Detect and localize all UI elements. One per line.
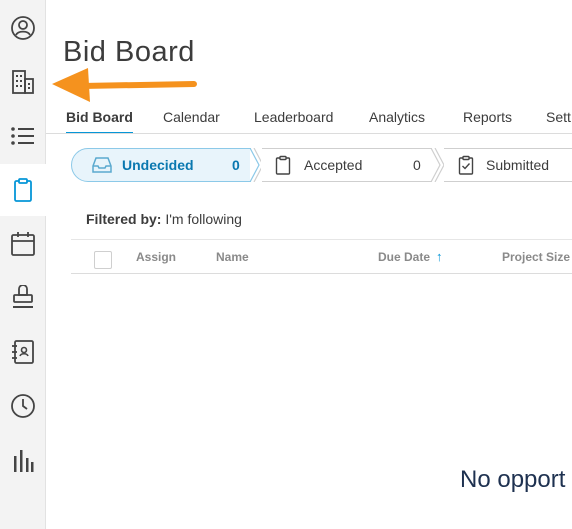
sidebar-item-address-book[interactable] xyxy=(0,326,46,378)
list-icon xyxy=(11,127,34,145)
stage-separator xyxy=(249,148,261,182)
bar-chart-icon xyxy=(14,450,34,472)
tab-bar: Bid Board Calendar Leaderboard Analytics… xyxy=(46,107,572,134)
sort-ascending-icon[interactable]: ↑ xyxy=(436,249,443,264)
column-project-size[interactable]: Project Size xyxy=(502,250,570,264)
tab-leaderboard[interactable]: Leaderboard xyxy=(254,109,333,133)
tab-settings[interactable]: Sett xyxy=(546,109,571,133)
sidebar-item-list[interactable] xyxy=(0,110,46,162)
tab-analytics[interactable]: Analytics xyxy=(369,109,425,133)
tab-bid-board[interactable]: Bid Board xyxy=(66,109,133,133)
page-title: Bid Board xyxy=(63,36,195,68)
table-header: Assign Name Due Date ↑ Project Size xyxy=(71,239,572,274)
sidebar-item-calendar[interactable] xyxy=(0,218,46,270)
column-due-date[interactable]: Due Date xyxy=(378,250,430,264)
clipboard-icon xyxy=(275,155,291,175)
stage-label: Submitted xyxy=(486,157,550,173)
sidebar-item-history[interactable] xyxy=(0,380,46,432)
stage-undecided[interactable]: Undecided 0 xyxy=(71,148,251,182)
clock-icon xyxy=(11,394,35,418)
sidebar-item-companies[interactable] xyxy=(0,56,46,108)
sidebar-item-profile[interactable] xyxy=(0,2,46,54)
inbox-icon xyxy=(92,157,112,173)
left-sidebar xyxy=(0,0,46,529)
calendar-icon xyxy=(11,232,35,256)
user-circle-icon xyxy=(11,16,35,40)
stage-label: Undecided xyxy=(122,157,194,173)
sidebar-item-stamp[interactable] xyxy=(0,272,46,324)
stage-accepted[interactable]: Accepted 0 xyxy=(262,148,432,182)
column-name[interactable]: Name xyxy=(216,250,249,264)
sidebar-item-analytics[interactable] xyxy=(0,434,46,486)
column-assign[interactable]: Assign xyxy=(136,250,176,264)
building-icon xyxy=(12,70,34,94)
clipboard-check-icon xyxy=(458,155,474,175)
stamp-icon xyxy=(13,285,33,308)
tab-reports[interactable]: Reports xyxy=(463,109,512,133)
tab-calendar[interactable]: Calendar xyxy=(163,109,220,133)
stage-count: 0 xyxy=(413,157,421,173)
sidebar-item-bid-board[interactable] xyxy=(0,164,46,216)
filter-prefix: Filtered by: xyxy=(86,211,162,227)
stage-separator xyxy=(430,148,444,182)
clipboard-icon xyxy=(14,178,32,202)
address-book-icon xyxy=(12,340,34,364)
stage-submitted[interactable]: Submitted xyxy=(444,148,572,182)
filter-value[interactable]: I'm following xyxy=(165,211,242,227)
empty-state-message: No opport xyxy=(460,466,566,493)
filter-summary: Filtered by: I'm following xyxy=(86,211,242,227)
stage-count: 0 xyxy=(232,157,240,173)
stage-label: Accepted xyxy=(304,157,363,173)
select-all-checkbox[interactable] xyxy=(94,251,112,269)
